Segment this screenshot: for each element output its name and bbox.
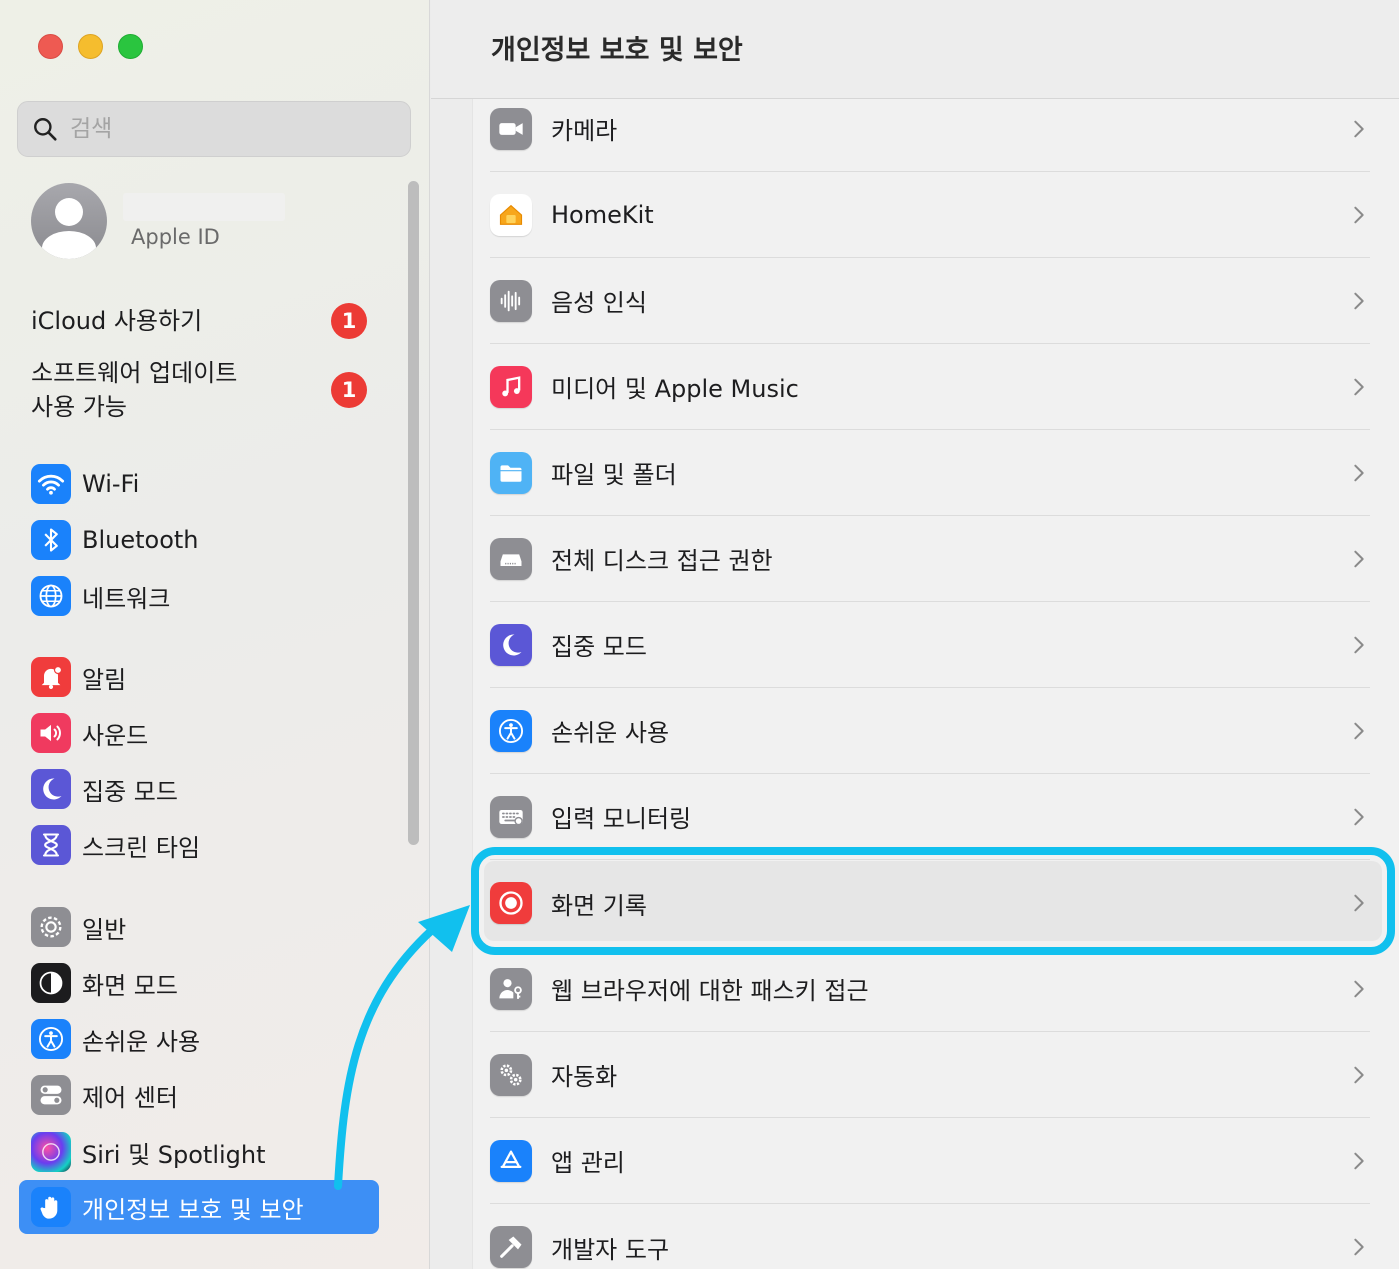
chevron-right-icon — [1354, 292, 1364, 309]
appearance-icon — [31, 963, 71, 1003]
moon-icon — [31, 769, 71, 809]
chevron-right-icon — [1354, 636, 1364, 653]
minimize-window-button[interactable] — [78, 34, 103, 59]
bluetooth-icon — [31, 520, 71, 560]
chevron-right-icon — [1354, 980, 1364, 997]
keyboard-icon — [490, 795, 532, 838]
row-automation[interactable]: 자동화 — [490, 1032, 1370, 1118]
search-field[interactable] — [17, 101, 411, 157]
search-icon — [34, 118, 57, 141]
notification-badge: 1 — [331, 372, 367, 408]
record-icon — [490, 882, 532, 924]
chevron-right-icon — [1354, 378, 1364, 395]
gears-icon — [490, 1053, 532, 1096]
sidebar-item-siri-spotlight[interactable]: Siri 및 Spotlight — [19, 1125, 379, 1179]
music-icon — [490, 365, 532, 408]
sidebar-scrollbar[interactable] — [408, 181, 419, 845]
zoom-window-button[interactable] — [118, 34, 143, 59]
page-title: 개인정보 보호 및 보안 — [491, 35, 743, 66]
sidebar-item-focus[interactable]: 집중 모드 — [19, 762, 379, 816]
row-input-monitoring[interactable]: 입력 모니터링 — [490, 774, 1370, 860]
chevron-right-icon — [1354, 1066, 1364, 1083]
chevron-right-icon — [1354, 464, 1364, 481]
chevron-right-icon — [1354, 1152, 1364, 1169]
row-accessibility[interactable]: 손쉬운 사용 — [490, 688, 1370, 774]
row-homekit[interactable]: HomeKit — [490, 172, 1370, 258]
chevron-right-icon — [1354, 722, 1364, 739]
sidebar: Apple ID iCloud 사용하기 1 소프트웨어 업데이트 사용 가능 … — [0, 0, 430, 1269]
sidebar-item-network[interactable]: 네트워크 — [19, 569, 379, 623]
sidebar-item-sound[interactable]: 사운드 — [19, 706, 379, 760]
accessibility-icon — [31, 1019, 71, 1059]
sidebar-item-control-center[interactable]: 제어 센터 — [19, 1068, 379, 1122]
moon-icon — [490, 623, 532, 666]
chevron-right-icon — [1354, 120, 1364, 137]
sidebar-item-privacy-security[interactable]: 개인정보 보호 및 보안 — [19, 1180, 379, 1234]
notification-badge: 1 — [331, 303, 367, 339]
icloud-notice[interactable]: iCloud 사용하기 — [31, 304, 202, 338]
apple-id-label: Apple ID — [131, 225, 220, 249]
hourglass-icon — [31, 825, 71, 865]
close-window-button[interactable] — [38, 34, 63, 59]
window-controls — [38, 34, 143, 59]
toggles-icon — [31, 1075, 71, 1115]
sidebar-item-general[interactable]: 일반 — [19, 900, 379, 954]
row-speech-recognition[interactable]: 음성 인식 — [490, 258, 1370, 344]
row-full-disk-access[interactable]: 전체 디스크 접근 권한 — [490, 516, 1370, 602]
hammer-icon — [490, 1226, 532, 1268]
chevron-right-icon — [1354, 550, 1364, 567]
chevron-right-icon — [1354, 808, 1364, 825]
wifi-icon — [31, 464, 71, 504]
speaker-icon — [31, 713, 71, 753]
passkey-icon — [490, 967, 532, 1010]
disk-icon — [490, 537, 532, 580]
sidebar-item-accessibility[interactable]: 손쉬운 사용 — [19, 1012, 379, 1066]
chevron-right-icon — [1354, 206, 1364, 223]
folder-icon — [490, 451, 532, 494]
row-screen-recording[interactable]: 화면 기록 — [490, 860, 1370, 946]
row-camera[interactable]: 카메라 — [490, 86, 1370, 172]
home-icon — [490, 193, 532, 236]
hand-icon — [31, 1187, 71, 1227]
account-name-redacted — [123, 193, 285, 221]
row-passkey-access[interactable]: 웹 브라우저에 대한 패스키 접근 — [490, 946, 1370, 1032]
sidebar-item-appearance[interactable]: 화면 모드 — [19, 956, 379, 1010]
row-files-folders[interactable]: 파일 및 폴더 — [490, 430, 1370, 516]
chevron-right-icon — [1354, 1238, 1364, 1256]
row-media-apple-music[interactable]: 미디어 및 Apple Music — [490, 344, 1370, 430]
avatar — [31, 183, 107, 259]
gear-icon — [31, 907, 71, 947]
content-header: 개인정보 보호 및 보안 — [431, 0, 1399, 99]
row-focus[interactable]: 집중 모드 — [490, 602, 1370, 688]
globe-icon — [31, 576, 71, 616]
waveform-icon — [490, 279, 532, 322]
sidebar-item-bluetooth[interactable]: Bluetooth — [19, 513, 379, 567]
camera-icon — [490, 107, 532, 150]
chevron-right-icon — [1354, 894, 1364, 912]
search-input[interactable] — [70, 116, 370, 142]
apple-id-account[interactable]: Apple ID — [31, 183, 285, 259]
row-app-management[interactable]: 앱 관리 — [490, 1118, 1370, 1204]
software-update-notice[interactable]: 소프트웨어 업데이트 사용 가능 — [31, 356, 237, 424]
sidebar-item-notifications[interactable]: 알림 — [19, 650, 379, 704]
row-developer-tools[interactable]: 개발자 도구 — [490, 1204, 1370, 1269]
bell-icon — [31, 657, 71, 697]
siri-icon — [31, 1132, 71, 1172]
sidebar-item-screen-time[interactable]: 스크린 타임 — [19, 818, 379, 872]
sidebar-item-wifi[interactable]: Wi-Fi — [19, 457, 379, 511]
appstore-icon — [490, 1139, 532, 1182]
accessibility-icon — [490, 709, 532, 752]
